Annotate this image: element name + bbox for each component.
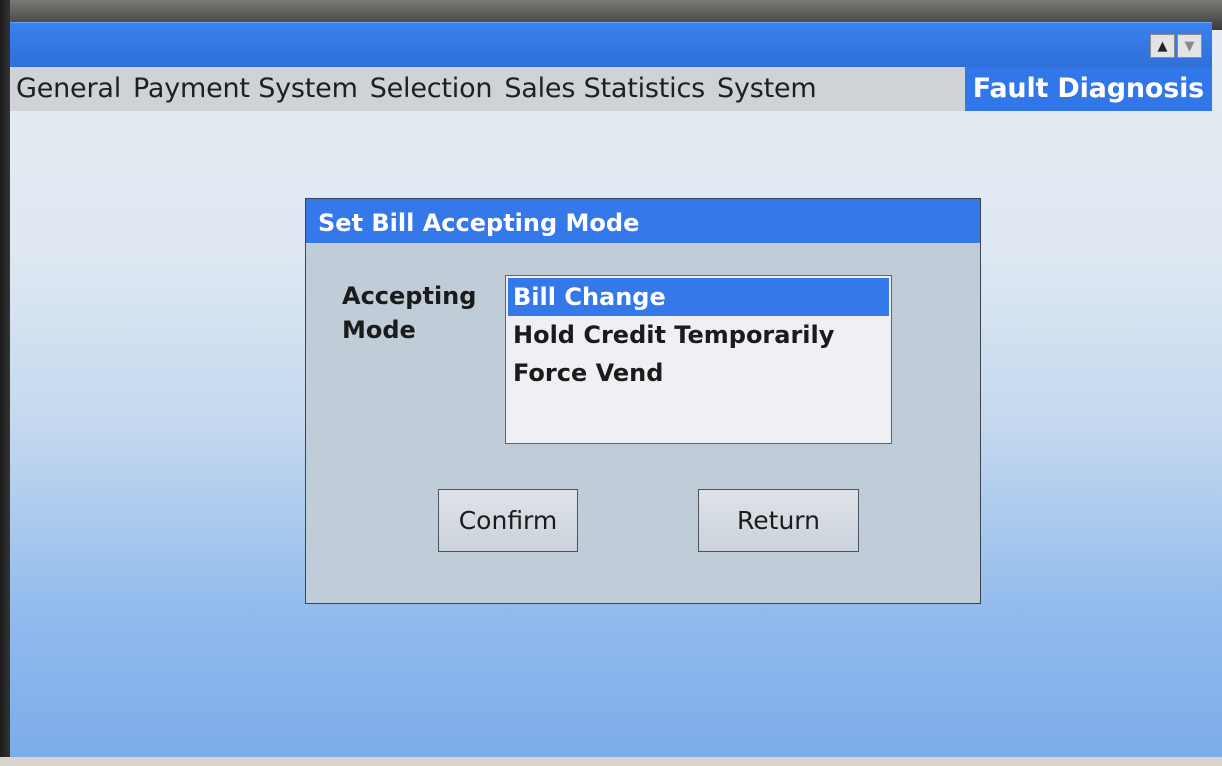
accepting-mode-listbox[interactable]: Bill Change Hold Credit Temporarily Forc… [505,275,892,444]
return-button[interactable]: Return [698,489,859,552]
option-hold-credit-temporarily[interactable]: Hold Credit Temporarily [508,316,889,354]
bezel-bottom [0,757,1222,766]
tab-general[interactable]: General [10,67,127,111]
tab-payment-system[interactable]: Payment System [127,67,364,111]
accepting-mode-label: Accepting Mode [342,282,477,344]
tab-selection[interactable]: Selection [364,67,499,111]
option-force-vend[interactable]: Force Vend [508,354,889,392]
triangle-up-icon[interactable]: ▲ [1150,34,1175,58]
tab-strip: General Payment System Selection Sales S… [10,67,1212,111]
option-bill-change[interactable]: Bill Change [508,278,889,316]
tab-system[interactable]: System [711,67,822,111]
tab-fault-diagnosis[interactable]: Fault Diagnosis [964,67,1212,111]
confirm-button[interactable]: Confirm [438,489,578,552]
title-bar [10,22,1212,67]
tab-scroll-controls: ▲ ▼ [1150,34,1202,58]
bill-accepting-mode-dialog: Set Bill Accepting Mode Accepting Mode B… [305,198,981,604]
triangle-down-icon[interactable]: ▼ [1177,34,1202,58]
bezel-left [0,0,10,766]
dialog-title: Set Bill Accepting Mode [306,199,980,243]
tab-sales-statistics[interactable]: Sales Statistics [498,67,711,111]
